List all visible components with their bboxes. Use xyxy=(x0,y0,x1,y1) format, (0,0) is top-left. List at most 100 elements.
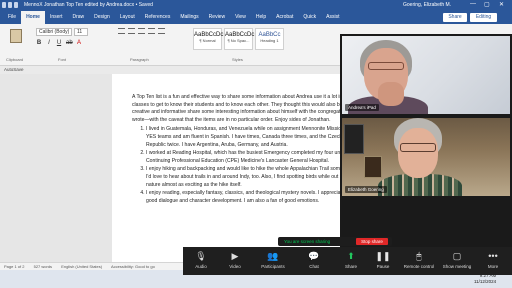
participants-label: Participants xyxy=(261,264,285,269)
background-screen xyxy=(344,124,364,154)
style-label: ¶ Normal xyxy=(199,38,216,43)
underline-icon[interactable]: U xyxy=(56,40,62,46)
video-button[interactable]: ▶ Video xyxy=(217,250,253,270)
document-body[interactable]: A Top Ten list is a fun and effective wa… xyxy=(132,94,357,206)
list-item: I lived in Guatemala, Honduras, and Vene… xyxy=(146,126,357,149)
style-normal[interactable]: AaBbCcDc ¶ Normal xyxy=(193,28,223,50)
intro-paragraph: A Top Ten list is a fun and effective wa… xyxy=(132,94,354,123)
font-format-row: B I U ab A xyxy=(36,40,82,46)
close-icon[interactable]: ✕ xyxy=(499,1,504,8)
tab-assist[interactable]: Assist xyxy=(321,11,344,24)
pause-label: Pause xyxy=(376,264,390,269)
background-picture xyxy=(364,156,382,178)
tab-file[interactable]: File xyxy=(3,11,21,24)
numbering-icon[interactable] xyxy=(128,28,135,34)
pause-icon: ❚❚ xyxy=(375,251,391,261)
quick-access-toolbar[interactable] xyxy=(2,2,20,9)
tab-help[interactable]: Help xyxy=(251,11,271,24)
align-center-icon[interactable] xyxy=(158,28,165,34)
tab-view[interactable]: View xyxy=(230,11,251,24)
editing-mode-button[interactable]: Editing xyxy=(470,13,497,22)
tab-acrobat[interactable]: Acrobat xyxy=(271,11,298,24)
more-button[interactable]: ••• More xyxy=(475,250,511,270)
paste-button[interactable] xyxy=(8,27,24,49)
show-meeting-label: Show meeting xyxy=(442,264,472,269)
remote-control-button[interactable]: 🖱 Remote control xyxy=(401,250,437,270)
participants-icon: 👥 xyxy=(267,251,279,261)
tab-design[interactable]: Design xyxy=(89,11,115,24)
more-label: More xyxy=(487,264,499,269)
styles-gallery: AaBbCcDc ¶ Normal AaBbCcDc ¶ No Spac... … xyxy=(193,28,284,50)
tab-references[interactable]: References xyxy=(140,11,176,24)
group-label-clipboard: Clipboard xyxy=(6,57,24,62)
align-left-icon[interactable] xyxy=(148,28,155,34)
tab-quick[interactable]: Quick xyxy=(298,11,321,24)
share-button[interactable]: Share xyxy=(443,13,467,22)
participant-name: Andrea's iPad xyxy=(345,104,379,111)
clipboard-icon xyxy=(10,29,22,43)
font-name-select[interactable]: Calibri (Body) xyxy=(36,28,72,36)
group-label-styles: Styles xyxy=(232,57,243,62)
page-count[interactable]: Page 1 of 2 xyxy=(4,264,24,269)
italic-icon[interactable]: I xyxy=(46,40,52,46)
tab-draw[interactable]: Draw xyxy=(67,11,89,24)
style-no-spacing[interactable]: AaBbCcDc ¶ No Spac... xyxy=(224,28,254,50)
zoom-video-panel: Andrea's iPad Elizabeth Goering xyxy=(340,34,512,250)
bold-icon[interactable]: B xyxy=(36,40,42,46)
style-label: Heading 1 xyxy=(260,38,279,43)
chat-icon: 💬 xyxy=(308,251,320,261)
participant-face xyxy=(398,128,438,178)
audio-label: Audio xyxy=(195,264,207,269)
accessibility-status[interactable]: Accessibility: Good to go xyxy=(111,264,155,269)
show-meeting-button[interactable]: ▢ Show meeting xyxy=(439,250,475,270)
style-heading-1[interactable]: AaBbCc Heading 1 xyxy=(255,28,284,50)
chat-button[interactable]: 💬 Chat xyxy=(296,250,332,270)
tab-home[interactable]: Home xyxy=(21,11,45,24)
clock-date: 11/12/2024 xyxy=(474,279,497,284)
participants-button[interactable]: 👥 Participants xyxy=(255,250,291,270)
language-indicator[interactable]: English (United States) xyxy=(61,264,102,269)
share-label: Share xyxy=(344,264,357,269)
word-count[interactable]: 527 words xyxy=(34,264,52,269)
list-item: I enjoy reading, especially fantasy, cla… xyxy=(146,190,357,205)
font-color-icon[interactable]: A xyxy=(76,40,82,46)
participant-video-tile[interactable]: Elizabeth Goering xyxy=(342,118,510,196)
tab-mailings[interactable]: Mailings xyxy=(175,11,203,24)
paragraph-tools xyxy=(118,28,165,34)
tab-layout[interactable]: Layout xyxy=(115,11,140,24)
word-title-bar: MennoX Jonathan Top Ten edited by Andrea… xyxy=(0,0,512,11)
glasses-icon xyxy=(400,143,436,152)
video-camera-icon: ▶ xyxy=(231,251,239,261)
audio-button[interactable]: 🎙 Audio xyxy=(183,250,219,270)
screen-sharing-banner: You are screen sharing Stop share xyxy=(278,237,392,246)
list-item: I enjoy hiking and backpacking and would… xyxy=(146,166,357,189)
stop-share-button[interactable]: Stop share xyxy=(356,238,388,245)
account-name[interactable]: Goering, Elizabeth M. xyxy=(403,2,451,8)
maximize-icon[interactable]: ▢ xyxy=(484,1,490,8)
sharing-status: You are screen sharing xyxy=(284,239,331,244)
share-screen-button[interactable]: ⬆ Share xyxy=(333,250,369,270)
microphone-icon: 🎙 xyxy=(195,251,207,261)
tab-review[interactable]: Review xyxy=(204,11,230,24)
remote-control-label: Remote control xyxy=(403,264,435,269)
participant-video-tile[interactable]: Andrea's iPad xyxy=(342,36,510,114)
document-title: MennoX Jonathan Top Ten edited by Andrea… xyxy=(24,2,153,8)
top-ten-list: I lived in Guatemala, Honduras, and Vene… xyxy=(132,126,357,205)
bullets-icon[interactable] xyxy=(118,28,125,34)
show-meeting-icon: ▢ xyxy=(452,251,462,261)
remote-control-icon: 🖱 xyxy=(416,251,422,261)
ribbon-tabs: File Home Insert Draw Design Layout Refe… xyxy=(0,11,512,24)
strikethrough-icon[interactable]: ab xyxy=(66,40,73,46)
group-label-paragraph: Paragraph xyxy=(130,57,149,62)
participant-name: Elizabeth Goering xyxy=(345,186,387,193)
list-item: I worked at Reading Hospital, which has … xyxy=(146,150,357,165)
glasses-icon xyxy=(368,62,404,70)
minimize-icon[interactable]: — xyxy=(470,1,476,7)
font-size-select[interactable]: 11 xyxy=(74,28,88,36)
group-label-font: Font xyxy=(58,57,67,62)
style-label: ¶ No Spac... xyxy=(227,38,250,43)
more-icon: ••• xyxy=(488,251,498,261)
multilevel-list-icon[interactable] xyxy=(138,28,145,34)
tab-insert[interactable]: Insert xyxy=(45,11,68,24)
pause-share-button[interactable]: ❚❚ Pause xyxy=(365,250,401,270)
